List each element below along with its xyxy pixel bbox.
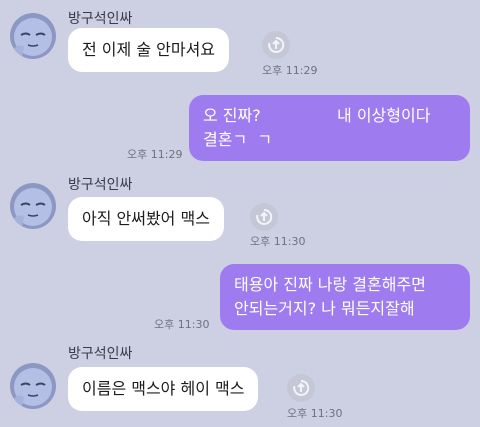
- sender-name: 방구석인싸: [68, 346, 133, 362]
- avatar[interactable]: [10, 13, 56, 59]
- share-icon: [256, 208, 273, 225]
- share-button[interactable]: [287, 374, 315, 402]
- timestamp: 오후 11:30: [154, 318, 210, 331]
- avatar-icon: [10, 183, 56, 229]
- message-bubble[interactable]: 전 이제 술 안마셔요: [68, 28, 230, 72]
- avatar-icon: [10, 13, 56, 59]
- sender-name: 방구석인싸: [68, 11, 133, 27]
- message-bubble[interactable]: 오 진짜? 내 이상형이다 결혼ㄱ ㄱ: [189, 95, 470, 161]
- timestamp: 오후 11:29: [262, 64, 318, 77]
- timestamp: 오후 11:29: [127, 148, 183, 161]
- avatar[interactable]: [10, 363, 56, 409]
- avatar-icon: [10, 363, 56, 409]
- sender-name: 방구석인싸: [68, 177, 133, 193]
- message-bubble[interactable]: 태용아 진짜 나랑 결혼해주면 안되는거지? 나 뭐든지잘해: [220, 264, 470, 330]
- message-bubble[interactable]: 이름은 맥스야 헤이 맥스: [68, 367, 259, 411]
- share-button[interactable]: [262, 31, 290, 59]
- avatar[interactable]: [10, 183, 56, 229]
- timestamp: 오후 11:30: [287, 407, 343, 420]
- message-bubble[interactable]: 아직 안써봤어 맥스: [68, 197, 224, 241]
- share-icon: [268, 36, 285, 53]
- share-button[interactable]: [250, 203, 278, 231]
- timestamp: 오후 11:30: [250, 235, 306, 248]
- share-icon: [293, 379, 310, 396]
